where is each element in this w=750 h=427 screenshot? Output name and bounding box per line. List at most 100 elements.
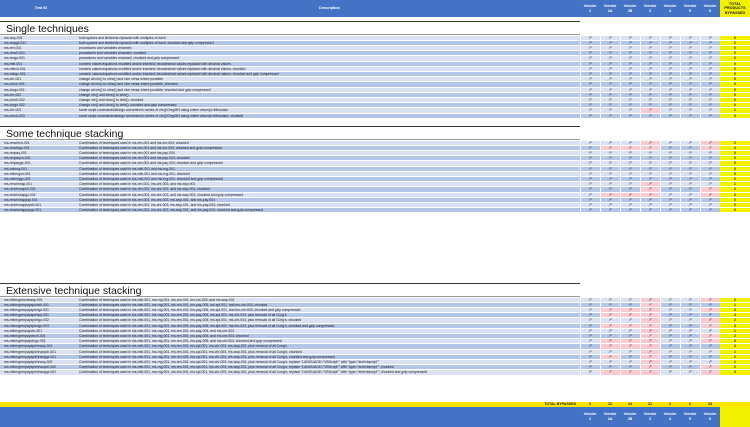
cell-description[interactable]: Combination of techniques used in ms-mth… [78, 313, 580, 317]
cell-vendor-2a[interactable]: F [600, 308, 620, 313]
cell-vendor-2a[interactable]: P [600, 318, 620, 323]
cell-vendor-3[interactable]: P [640, 77, 660, 82]
cell-test-id[interactable]: ms-renchrwsp-001 [0, 182, 78, 186]
cell-description[interactable]: numeric values/equations modified and/or… [78, 67, 580, 71]
cell-vendor-2b[interactable]: P [620, 297, 640, 302]
cell-vendor-5[interactable]: P [680, 354, 700, 359]
cell-vendor-3[interactable]: F [640, 370, 660, 375]
cell-vendor-4[interactable]: P [660, 323, 680, 328]
cell-vendor-5[interactable]: P [680, 72, 700, 77]
cell-vendor-5[interactable]: P [680, 318, 700, 323]
cell-vendor-4[interactable]: P [660, 360, 680, 365]
cell-vendor-1[interactable]: P [580, 187, 600, 192]
cell-vendor-5[interactable]: P [680, 334, 700, 339]
cell-test-id[interactable]: ms-wspgz-001 [0, 41, 78, 45]
cell-description[interactable]: change chr() and chrw() to chrb() [78, 93, 580, 97]
cell-test-id[interactable]: ms-mthrngch-001 [0, 172, 78, 176]
header-total-products-bypassed[interactable]: TOTAL PRODUCTS BYPASSED [720, 0, 750, 17]
cell-vendor-4[interactable]: P [660, 328, 680, 333]
cell-test-id[interactable]: ms-renchrgz-001 [0, 146, 78, 150]
cell-vendor-3[interactable]: F [640, 328, 660, 333]
cell-vendor-2a[interactable]: P [600, 156, 620, 161]
cell-vendor-1[interactable]: P [580, 318, 600, 323]
cell-description[interactable]: Combination of techniques used in ms-mth… [78, 177, 580, 181]
header-vendor-6[interactable]: Vendor 6 [700, 0, 720, 17]
cell-test-id[interactable]: ms-mthrngrenpayspichrwsp-001 [0, 344, 78, 348]
cell-vendor-3[interactable]: P [640, 51, 660, 56]
cell-vendor-6[interactable]: P [700, 354, 720, 359]
cell-vendor-4[interactable]: P [660, 145, 680, 150]
header-vendor-2b[interactable]: Vendor 2B [620, 0, 640, 17]
cell-vendor-1[interactable]: P [580, 203, 600, 208]
cell-total-bypassed[interactable]: 1 [720, 302, 750, 307]
cell-vendor-2b[interactable]: F [620, 370, 640, 375]
cell-vendor-4[interactable]: P [660, 151, 680, 156]
cell-vendor-1[interactable]: P [580, 151, 600, 156]
cell-test-id[interactable]: ms-renchrwsppaych-001 [0, 203, 78, 207]
cell-vendor-5[interactable]: P [680, 40, 700, 45]
cell-vendor-6[interactable]: P [700, 40, 720, 45]
cell-vendor-2b[interactable]: P [620, 365, 640, 370]
cell-vendor-2b[interactable]: P [620, 302, 640, 307]
cell-vendor-2b[interactable]: F [620, 344, 640, 349]
cell-description[interactable]: some script commands/strings converted t… [78, 114, 580, 118]
cell-test-id[interactable]: ms-mthrngrenpayspichrwspch-001 [0, 350, 78, 354]
cell-description[interactable]: numeric values/equations modified and/or… [78, 62, 580, 66]
cell-vendor-4[interactable]: P [660, 197, 680, 202]
cell-vendor-2b[interactable]: F [620, 313, 640, 318]
cell-vendor-5[interactable]: P [680, 66, 700, 71]
cell-vendor-1[interactable]: P [580, 103, 600, 108]
cell-vendor-2a[interactable]: F [600, 145, 620, 150]
cell-vendor-2a[interactable]: P [600, 360, 620, 365]
cell-vendor-2b[interactable]: P [620, 203, 640, 208]
cell-vendor-2b[interactable]: P [620, 171, 640, 176]
cell-vendor-2b[interactable]: P [620, 166, 640, 171]
cell-test-id[interactable]: ms-mthrng-001 [0, 167, 78, 171]
cell-description[interactable]: both spaces and linefeeds replaced with … [78, 36, 580, 40]
cell-vendor-3[interactable]: P [640, 87, 660, 92]
cell-vendor-1[interactable]: P [580, 98, 600, 103]
cell-vendor-1[interactable]: P [580, 82, 600, 87]
cell-vendor-6[interactable]: P [700, 156, 720, 161]
cell-vendor-4[interactable]: P [660, 113, 680, 118]
cell-vendor-2a[interactable]: P [600, 182, 620, 187]
cell-vendor-6[interactable]: P [700, 66, 720, 71]
cell-total-bypassed[interactable]: 0 [720, 35, 750, 40]
cell-vendor-2b[interactable]: P [620, 35, 640, 40]
cell-vendor-6[interactable]: P [700, 113, 720, 118]
cell-vendor-3[interactable]: P [640, 166, 660, 171]
cell-vendor-3[interactable]: P [640, 103, 660, 108]
cell-total-bypassed[interactable]: 3 [720, 344, 750, 349]
cell-vendor-3[interactable]: F [640, 323, 660, 328]
header-vendor-4[interactable]: Vendor 4 [660, 0, 680, 17]
cell-test-id[interactable]: ms-mthrngrenpaychrch-001 [0, 334, 78, 338]
cell-description[interactable]: Combination of techniques used in ms-mth… [78, 167, 580, 171]
cell-total-bypassed[interactable]: 2 [720, 354, 750, 359]
cell-total-bypassed[interactable]: 0 [720, 177, 750, 182]
cell-vendor-1[interactable]: P [580, 171, 600, 176]
cell-description[interactable]: Combination of techniques used in ms-ren… [78, 198, 580, 202]
cell-total-bypassed[interactable]: 2 [720, 187, 750, 192]
header-vendor-1[interactable]: Vendor 1 [580, 0, 600, 17]
cell-vendor-2a[interactable]: F [600, 313, 620, 318]
cell-vendor-2a[interactable]: P [600, 108, 620, 113]
cell-total-bypassed[interactable]: 0 [720, 166, 750, 171]
cell-test-id[interactable]: ms-mthgz-001 [0, 72, 78, 76]
cell-description[interactable]: procedures and variables renamed [78, 46, 580, 50]
cell-vendor-1[interactable]: P [580, 166, 600, 171]
cell-total-bypassed[interactable]: 0 [720, 61, 750, 66]
cell-vendor-5[interactable]: P [680, 302, 700, 307]
cell-vendor-4[interactable]: P [660, 51, 680, 56]
cell-total-bypassed[interactable]: 0 [720, 103, 750, 108]
cell-vendor-1[interactable]: P [580, 92, 600, 97]
cell-vendor-6[interactable]: P [700, 61, 720, 66]
cell-description[interactable]: Combination of techniques used in ms-mth… [78, 355, 580, 359]
footer-vendor-3[interactable]: Vendor 3 [640, 407, 660, 427]
cell-vendor-1[interactable]: P [580, 328, 600, 333]
cell-vendor-5[interactable]: P [680, 56, 700, 61]
cell-vendor-2a[interactable]: P [600, 151, 620, 156]
cell-total-bypassed[interactable]: 0 [720, 82, 750, 87]
cell-vendor-2b[interactable]: P [620, 182, 640, 187]
cell-vendor-5[interactable]: P [680, 192, 700, 197]
cell-vendor-6[interactable]: F [700, 370, 720, 375]
